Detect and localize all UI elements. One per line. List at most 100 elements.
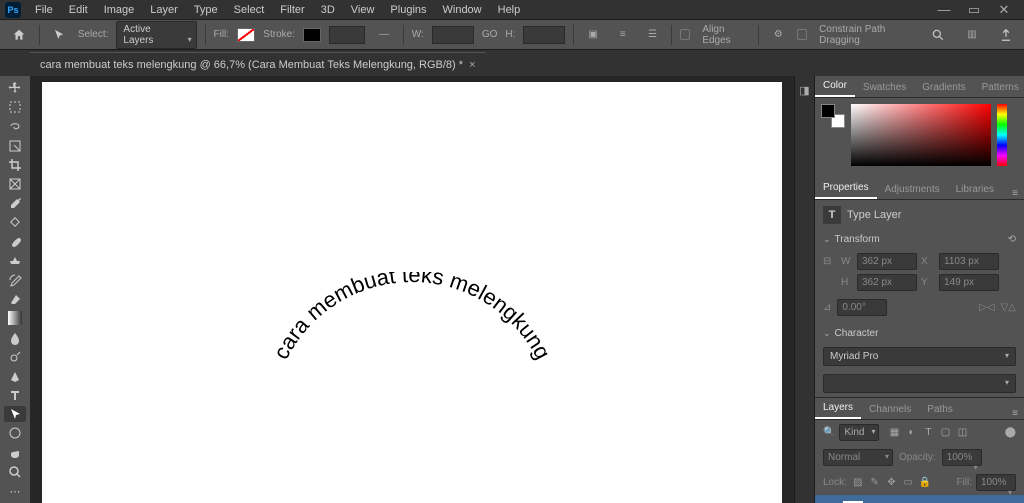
search-icon[interactable]: 🔍 — [823, 427, 835, 438]
select-mode-dropdown[interactable]: Active Layers — [116, 21, 196, 49]
menu-edit[interactable]: Edit — [61, 1, 96, 19]
layer-fill-input[interactable]: 100% — [976, 474, 1016, 491]
layers-tab[interactable]: Layers — [815, 398, 861, 419]
menu-image[interactable]: Image — [96, 1, 143, 19]
color-picker-field[interactable] — [851, 104, 991, 166]
eyedropper-tool-icon[interactable] — [4, 195, 26, 211]
blur-tool-icon[interactable] — [4, 329, 26, 345]
filter-smart-icon[interactable]: ◫ — [955, 426, 969, 440]
menu-select[interactable]: Select — [226, 1, 273, 19]
path-operations-icon[interactable]: ▣ — [582, 24, 604, 46]
path-select-tool-icon[interactable] — [48, 24, 70, 46]
hand-tool-icon[interactable] — [4, 445, 26, 461]
properties-tab[interactable]: Properties — [815, 178, 877, 199]
type-tool-icon[interactable] — [4, 387, 26, 403]
canvas-area[interactable]: cara membuat teks melengkung — [30, 76, 794, 503]
foreground-background-swatch[interactable] — [821, 104, 845, 128]
reset-transform-icon[interactable]: ⟲ — [1008, 234, 1016, 245]
layer-kind-dropdown[interactable]: Kind — [839, 424, 879, 441]
adjustments-tab[interactable]: Adjustments — [877, 180, 948, 199]
menu-help[interactable]: Help — [490, 1, 529, 19]
window-restore-icon[interactable]: ▭ — [959, 0, 989, 20]
menu-filter[interactable]: Filter — [272, 1, 312, 19]
link-dimensions-icon[interactable]: ⊟ — [823, 256, 837, 267]
channels-tab[interactable]: Channels — [861, 400, 919, 419]
dodge-tool-icon[interactable] — [4, 349, 26, 365]
brush-tool-icon[interactable] — [4, 234, 26, 250]
share-icon[interactable] — [994, 24, 1018, 46]
home-icon[interactable] — [6, 24, 31, 46]
window-close-icon[interactable]: ✕ — [989, 0, 1019, 20]
paths-tab[interactable]: Paths — [919, 400, 961, 419]
path-alignment-icon[interactable]: ≡ — [612, 24, 634, 46]
filter-shape-icon[interactable]: ▢ — [938, 426, 952, 440]
font-style-dropdown[interactable] — [823, 374, 1016, 393]
link-wh-icon[interactable]: GO — [482, 29, 498, 40]
chevron-down-icon[interactable]: ⌄ — [823, 328, 831, 339]
filter-adjustment-icon[interactable]: ◐ — [904, 426, 918, 440]
patterns-tab[interactable]: Patterns — [974, 78, 1024, 97]
swatches-tab[interactable]: Swatches — [855, 78, 914, 97]
x-input[interactable]: 1103 px — [939, 253, 999, 270]
shape-width-input[interactable] — [432, 26, 474, 44]
healing-tool-icon[interactable] — [4, 214, 26, 230]
document-tab[interactable]: cara membuat teks melengkung @ 66,7% (Ca… — [30, 52, 486, 76]
height-input[interactable]: 362 px — [857, 274, 917, 291]
clone-stamp-tool-icon[interactable] — [4, 253, 26, 269]
shape-tool-icon[interactable] — [4, 425, 26, 441]
eraser-tool-icon[interactable] — [4, 291, 26, 307]
filter-toggle-icon[interactable]: ⬤ — [1005, 427, 1016, 438]
opacity-input[interactable]: 100% — [942, 449, 982, 466]
menu-view[interactable]: View — [343, 1, 383, 19]
window-minimize-icon[interactable]: — — [929, 0, 959, 20]
stroke-options-icon[interactable]: — — [373, 24, 395, 46]
libraries-tab[interactable]: Libraries — [948, 180, 1002, 199]
workspace-switcher-icon[interactable]: ▥ — [960, 24, 984, 46]
menu-plugins[interactable]: Plugins — [382, 1, 434, 19]
panel-menu-icon[interactable]: ≡ — [1006, 188, 1024, 199]
path-selection-tool-icon[interactable] — [4, 406, 26, 422]
gear-icon[interactable]: ⚙ — [767, 24, 789, 46]
filter-pixel-icon[interactable]: ▦ — [887, 426, 901, 440]
document-canvas[interactable]: cara membuat teks melengkung — [42, 82, 782, 503]
pen-tool-icon[interactable] — [4, 368, 26, 384]
layer-row-active[interactable]: 👁 T cara membuat teks melengkung — [815, 495, 1024, 503]
y-input[interactable]: 149 px — [939, 274, 999, 291]
stroke-width-input[interactable] — [329, 26, 365, 44]
gradient-tool-icon[interactable] — [4, 310, 26, 326]
gradients-tab[interactable]: Gradients — [914, 78, 973, 97]
marquee-tool-icon[interactable] — [4, 99, 26, 115]
stroke-swatch[interactable] — [303, 28, 321, 42]
lock-image-icon[interactable]: ✎ — [868, 476, 882, 490]
zoom-tool-icon[interactable] — [4, 464, 26, 480]
menu-file[interactable]: File — [27, 1, 61, 19]
history-brush-tool-icon[interactable] — [4, 272, 26, 288]
edit-toolbar-icon[interactable]: ⋯ — [4, 483, 26, 499]
blend-mode-dropdown[interactable]: Normal — [823, 449, 893, 466]
search-icon[interactable] — [926, 24, 950, 46]
font-family-dropdown[interactable]: Myriad Pro — [823, 347, 1016, 366]
flip-vertical-icon[interactable]: ▽△ — [1001, 302, 1016, 313]
width-input[interactable]: 362 px — [857, 253, 917, 270]
chevron-down-icon[interactable]: ⌄ — [823, 234, 831, 245]
hue-slider[interactable] — [997, 104, 1007, 166]
menu-layer[interactable]: Layer — [142, 1, 186, 19]
fill-swatch[interactable] — [237, 28, 255, 42]
move-tool-icon[interactable] — [4, 80, 26, 96]
object-select-tool-icon[interactable] — [4, 138, 26, 154]
curved-type-layer[interactable]: cara membuat teks melengkung — [232, 272, 592, 475]
panel-menu-icon[interactable]: ≡ — [1006, 408, 1024, 419]
menu-type[interactable]: Type — [186, 1, 226, 19]
shape-height-input[interactable] — [523, 26, 565, 44]
lock-transparency-icon[interactable]: ▨ — [851, 476, 865, 490]
lock-artboard-icon[interactable]: ▭ — [901, 476, 915, 490]
crop-tool-icon[interactable] — [4, 157, 26, 173]
filter-type-icon[interactable]: T — [921, 426, 935, 440]
path-arrangement-icon[interactable]: ☰ — [642, 24, 664, 46]
flip-horizontal-icon[interactable]: ▷◁ — [979, 302, 994, 313]
frame-tool-icon[interactable] — [4, 176, 26, 192]
angle-input[interactable]: 0.00° — [837, 299, 887, 316]
menu-3d[interactable]: 3D — [313, 1, 343, 19]
lock-position-icon[interactable]: ✥ — [884, 476, 898, 490]
align-edges-checkbox[interactable] — [680, 29, 690, 40]
